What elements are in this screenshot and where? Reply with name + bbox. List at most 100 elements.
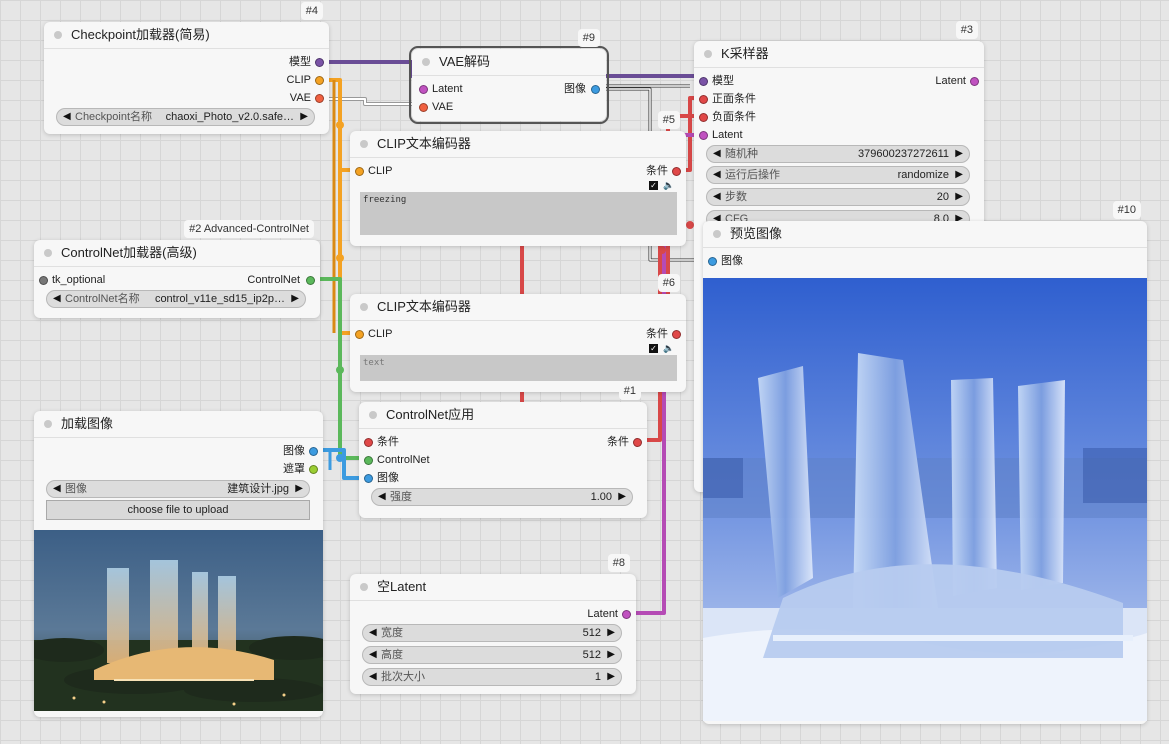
batch-size-widget[interactable]: ◀ 批次大小 1 ▶ bbox=[362, 668, 622, 686]
checkbox-icon[interactable]: ✓ bbox=[649, 344, 658, 353]
output-cond-slot[interactable] bbox=[672, 167, 681, 176]
controlnet-loader-node[interactable]: #2 Advanced-ControlNet ControlNet加载器(高级)… bbox=[34, 220, 320, 318]
apply-controlnet-node[interactable]: #1 ControlNet应用 条件 ControlNet 图像 条件 ◀ 强度… bbox=[359, 382, 647, 518]
arrow-right-icon[interactable]: ▶ bbox=[607, 647, 615, 663]
arrow-right-icon[interactable]: ▶ bbox=[607, 669, 615, 685]
arrow-right-icon[interactable]: ▶ bbox=[618, 489, 626, 505]
collapse-dot-icon[interactable] bbox=[704, 50, 712, 58]
arrow-right-icon[interactable]: ▶ bbox=[955, 189, 963, 205]
node-title[interactable]: 预览图像 bbox=[703, 221, 1147, 248]
arrow-right-icon[interactable]: ▶ bbox=[300, 109, 308, 125]
output-latent-slot[interactable] bbox=[622, 610, 631, 619]
ckpt-name-combo[interactable]: ◀ Checkpoint名称 chaoxi_Photo_v2.0.safe… ▶ bbox=[56, 108, 315, 126]
prompt-textarea[interactable]: freezing bbox=[360, 192, 677, 235]
node-title[interactable]: CLIP文本编码器 bbox=[350, 294, 686, 321]
image-file-combo[interactable]: ◀ 图像 建筑设计.jpg ▶ bbox=[46, 480, 310, 498]
output-clip-slot[interactable] bbox=[315, 76, 324, 85]
arrow-left-icon[interactable]: ◀ bbox=[713, 146, 721, 162]
arrow-left-icon[interactable]: ◀ bbox=[369, 669, 377, 685]
load-image-node[interactable]: #7 加载图像 图像 遮罩 ◀ 图像 建筑设计.jpg ▶ choose fil… bbox=[34, 411, 323, 717]
clip-text-encode-positive-node[interactable]: #5 CLIP文本编码器 CLIP 条件 ✓ 🔈 freezing bbox=[350, 111, 686, 246]
arrow-left-icon[interactable]: ◀ bbox=[369, 647, 377, 663]
input-clip-slot[interactable] bbox=[355, 330, 364, 339]
arrow-left-icon[interactable]: ◀ bbox=[53, 291, 61, 307]
control-after-generate-widget[interactable]: ◀ 运行后操作 randomize ▶ bbox=[706, 166, 970, 184]
input-image-slot[interactable] bbox=[364, 474, 373, 483]
arrow-right-icon[interactable]: ▶ bbox=[607, 625, 615, 641]
input-vae-slot[interactable] bbox=[419, 103, 428, 112]
node-title[interactable]: 加载图像 bbox=[34, 411, 323, 438]
collapse-dot-icon[interactable] bbox=[54, 31, 62, 39]
arrow-right-icon[interactable]: ▶ bbox=[295, 481, 303, 497]
input-tk-optional-slot[interactable] bbox=[39, 276, 48, 285]
node-id-badge: #8 bbox=[607, 554, 630, 572]
input-latent-slot[interactable] bbox=[419, 85, 428, 94]
node-title[interactable]: Checkpoint加载器(简易) bbox=[44, 22, 329, 49]
arrow-right-icon[interactable]: ▶ bbox=[291, 291, 299, 307]
checkpoint-loader-node[interactable]: #4 Checkpoint加载器(简易) 模型 CLIP VAE ◀ Check… bbox=[44, 2, 329, 134]
node-title[interactable]: CLIP文本编码器 bbox=[350, 131, 686, 158]
output-cond-slot[interactable] bbox=[672, 330, 681, 339]
upload-button[interactable]: choose file to upload bbox=[46, 500, 310, 520]
input-clip-slot[interactable] bbox=[355, 167, 364, 176]
prompt-textarea[interactable]: text bbox=[360, 355, 677, 381]
input-latent-slot[interactable] bbox=[699, 131, 708, 140]
arrow-left-icon[interactable]: ◀ bbox=[713, 189, 721, 205]
node-title[interactable]: ControlNet应用 bbox=[359, 402, 647, 429]
output-vae-slot[interactable] bbox=[315, 94, 324, 103]
widget-label: 运行后操作 bbox=[725, 169, 780, 181]
speaker-icon[interactable]: 🔈 bbox=[663, 180, 674, 191]
arrow-left-icon[interactable]: ◀ bbox=[53, 481, 61, 497]
input-model-slot[interactable] bbox=[699, 77, 708, 86]
input-cond-label: 条件 bbox=[377, 436, 399, 448]
output-image-slot[interactable] bbox=[591, 85, 600, 94]
node-title[interactable]: VAE解码 bbox=[412, 49, 606, 76]
output-model-slot[interactable] bbox=[315, 58, 324, 67]
input-negative-slot[interactable] bbox=[699, 113, 708, 122]
arrow-left-icon[interactable]: ◀ bbox=[713, 167, 721, 183]
output-image-slot[interactable] bbox=[309, 447, 318, 456]
widget-label: 宽度 bbox=[381, 627, 403, 639]
empty-latent-node[interactable]: #8 空Latent Latent ◀ 宽度 512 ▶ ◀ 高度 512 ▶ … bbox=[350, 554, 636, 694]
output-mask-slot[interactable] bbox=[309, 465, 318, 474]
height-widget[interactable]: ◀ 高度 512 ▶ bbox=[362, 646, 622, 664]
controlnet-name-combo[interactable]: ◀ ControlNet名称 control_v11e_sd15_ip2p… ▶ bbox=[46, 290, 306, 308]
collapse-dot-icon[interactable] bbox=[44, 249, 52, 257]
collapse-dot-icon[interactable] bbox=[369, 411, 377, 419]
node-title[interactable]: ControlNet加载器(高级) bbox=[34, 240, 320, 267]
vae-decode-node[interactable]: #9 VAE解码 Latent VAE 图像 bbox=[409, 29, 609, 124]
widget-value: 建筑设计.jpg bbox=[227, 483, 289, 495]
arrow-right-icon[interactable]: ▶ bbox=[955, 167, 963, 183]
collapse-dot-icon[interactable] bbox=[713, 230, 721, 238]
steps-widget[interactable]: ◀ 步数 20 ▶ bbox=[706, 188, 970, 206]
collapse-dot-icon[interactable] bbox=[360, 140, 368, 148]
collapse-dot-icon[interactable] bbox=[360, 303, 368, 311]
collapse-dot-icon[interactable] bbox=[360, 583, 368, 591]
output-controlnet-slot[interactable] bbox=[306, 276, 315, 285]
node-title-text: 空Latent bbox=[377, 579, 427, 594]
input-cond-slot[interactable] bbox=[364, 438, 373, 447]
preview-image-node[interactable]: #10 预览图像 图像 bbox=[703, 201, 1147, 724]
clip-text-encode-negative-node[interactable]: #6 CLIP文本编码器 CLIP 条件 ✓ 🔈 text bbox=[350, 274, 686, 392]
input-image-slot[interactable] bbox=[708, 257, 717, 266]
speaker-icon[interactable]: 🔈 bbox=[663, 343, 674, 354]
node-title[interactable]: 空Latent bbox=[350, 574, 636, 601]
input-controlnet-slot[interactable] bbox=[364, 456, 373, 465]
arrow-right-icon[interactable]: ▶ bbox=[955, 146, 963, 162]
input-positive-slot[interactable] bbox=[699, 95, 708, 104]
output-latent-slot[interactable] bbox=[970, 77, 979, 86]
arrow-left-icon[interactable]: ◀ bbox=[369, 625, 377, 641]
widget-label: Checkpoint名称 bbox=[75, 111, 153, 123]
widget-value: 379600237272611 bbox=[858, 148, 949, 160]
width-widget[interactable]: ◀ 宽度 512 ▶ bbox=[362, 624, 622, 642]
node-title[interactable]: K采样器 bbox=[694, 41, 984, 68]
arrow-left-icon[interactable]: ◀ bbox=[378, 489, 386, 505]
seed-widget[interactable]: ◀ 随机种 379600237272611 ▶ bbox=[706, 145, 970, 163]
strength-widget[interactable]: ◀ 强度 1.00 ▶ bbox=[371, 488, 633, 506]
input-latent-label: Latent bbox=[432, 83, 463, 95]
checkbox-icon[interactable]: ✓ bbox=[649, 181, 658, 190]
output-cond-slot[interactable] bbox=[633, 438, 642, 447]
arrow-left-icon[interactable]: ◀ bbox=[63, 109, 71, 125]
collapse-dot-icon[interactable] bbox=[44, 420, 52, 428]
collapse-dot-icon[interactable] bbox=[422, 58, 430, 66]
